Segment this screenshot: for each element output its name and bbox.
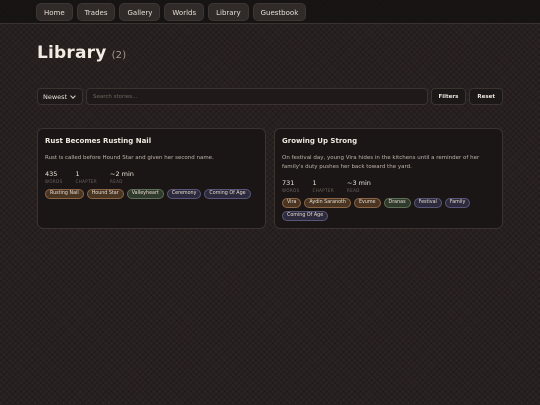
story-stats: 731 WORDS 1 CHAPTER ~3 min READ — [282, 179, 495, 193]
stat-chapters: 1 CHAPTER — [76, 170, 98, 184]
chevron-down-icon — [70, 92, 76, 99]
story-stats: 435 WORDS 1 CHAPTER ~2 min READ — [45, 170, 258, 184]
page-title-row: Library (2) — [37, 43, 126, 63]
nav-gallery[interactable]: Gallery — [119, 3, 161, 21]
story-description: Rust is called before Hound Star and giv… — [45, 155, 214, 161]
story-title[interactable]: Growing Up Strong — [282, 137, 495, 145]
stat-value: 1 — [75, 170, 80, 178]
nav-guestbook[interactable]: Guestbook — [252, 3, 307, 21]
stat-chapters: 1 CHAPTER — [313, 179, 335, 193]
filters-button[interactable]: Filters — [430, 88, 467, 105]
reset-button[interactable]: Reset — [469, 88, 503, 105]
stat-label: READ — [347, 188, 360, 193]
nav-home[interactable]: Home — [36, 3, 73, 21]
tag-chip[interactable]: Evume — [353, 198, 381, 208]
story-count: (2) — [111, 50, 127, 61]
story-tags: Vira Aydin Saranoth Evume Dranas Festiva… — [282, 198, 495, 221]
nav-trades[interactable]: Trades — [76, 3, 116, 21]
stat-value: 1 — [312, 179, 317, 187]
tag-chip[interactable]: Valleyheart — [126, 189, 164, 199]
story-description: On festival day, young Vira hides in the… — [282, 155, 480, 170]
stat-label: READ — [110, 179, 123, 184]
tag-chip[interactable]: Ceremony — [166, 189, 202, 199]
tag-chip[interactable]: Vira — [282, 198, 302, 208]
search-input[interactable] — [86, 88, 428, 105]
story-tags: Rusting Nail Hound Star Valleyheart Cere… — [45, 189, 258, 199]
stat-read-time: ~2 min READ — [110, 170, 134, 184]
stat-label: CHAPTER — [75, 179, 98, 184]
tag-chip[interactable]: Aydin Saranoth — [304, 198, 351, 208]
tag-chip[interactable]: Festival — [413, 198, 442, 208]
tag-chip[interactable]: Hound Star — [86, 189, 124, 199]
tag-chip[interactable]: Family — [444, 198, 471, 208]
stat-value: ~2 min — [110, 170, 134, 178]
stat-label: WORDS — [282, 188, 300, 193]
nav-library[interactable]: Library — [208, 3, 249, 21]
sort-select-value: Newest — [43, 92, 68, 101]
stat-label: CHAPTER — [312, 188, 335, 193]
stat-words: 435 WORDS — [45, 170, 63, 184]
tag-chip[interactable]: Coming Of Age — [204, 189, 251, 199]
tag-chip[interactable]: Coming Of Age — [282, 211, 329, 221]
stat-value: ~3 min — [347, 179, 371, 187]
nav-worlds[interactable]: Worlds — [164, 3, 205, 21]
story-card[interactable]: Growing Up Strong On festival day, young… — [274, 128, 503, 229]
sort-select[interactable]: Newest — [37, 88, 83, 105]
main-nav: Home Trades Gallery Worlds Library Guest… — [36, 3, 307, 21]
story-title[interactable]: Rust Becomes Rusting Nail — [45, 137, 258, 145]
library-toolbar: Newest Filters Reset — [37, 88, 503, 105]
top-nav-bar: Home Trades Gallery Worlds Library Guest… — [0, 0, 540, 24]
stat-value: 435 — [45, 170, 58, 178]
tag-chip[interactable]: Dranas — [383, 198, 411, 208]
stat-read-time: ~3 min READ — [347, 179, 371, 193]
stat-value: 731 — [282, 179, 295, 187]
stat-words: 731 WORDS — [282, 179, 300, 193]
tag-chip[interactable]: Rusting Nail — [45, 189, 84, 199]
stat-label: WORDS — [45, 179, 63, 184]
page-title: Library — [37, 43, 107, 63]
story-card[interactable]: Rust Becomes Rusting Nail Rust is called… — [37, 128, 266, 229]
